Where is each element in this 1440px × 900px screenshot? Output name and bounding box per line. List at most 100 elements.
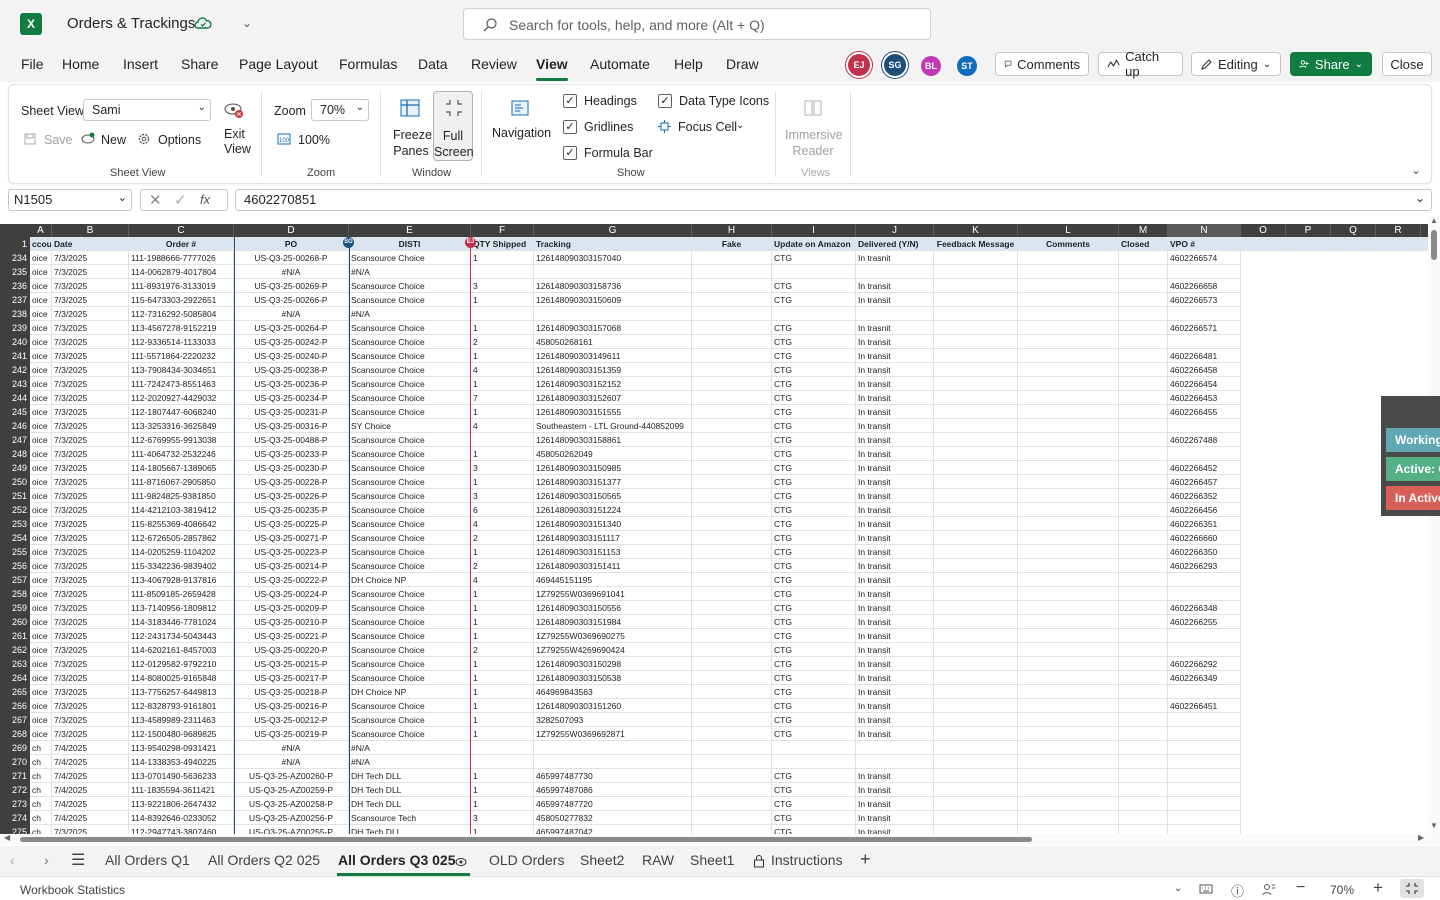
cell-disti[interactable]: DH Tech DLL xyxy=(349,769,471,783)
cell-vpo-number[interactable]: 4602266349 xyxy=(1168,671,1241,685)
cell-feedback-message[interactable] xyxy=(934,531,1018,545)
cell-closed[interactable] xyxy=(1119,377,1168,391)
column-header-b[interactable]: B xyxy=(52,224,129,237)
cell-vpo-number[interactable]: 4602266458 xyxy=(1168,363,1241,377)
cell-fake[interactable] xyxy=(692,671,772,685)
cell-vpo-number[interactable]: 4602266457 xyxy=(1168,475,1241,489)
cell-closed[interactable] xyxy=(1119,363,1168,377)
cell-delivered[interactable]: In transit xyxy=(856,377,934,391)
cell-delivered[interactable]: In transit xyxy=(856,587,934,601)
cell-tracking[interactable]: 126148090303151153 xyxy=(534,545,692,559)
cell-delivered[interactable] xyxy=(856,755,934,769)
cell-po[interactable]: US-Q3-25-00316-P xyxy=(234,419,349,433)
cell-delivered[interactable]: In transit xyxy=(856,363,934,377)
cell-qty-shipped[interactable]: 4 xyxy=(471,363,534,377)
cell-closed[interactable] xyxy=(1119,419,1168,433)
cell-date[interactable]: 7/3/2025 xyxy=(52,825,129,834)
cell-order-number[interactable]: 113-9221806-2647432 xyxy=(129,797,234,811)
avatar-bl[interactable]: BL xyxy=(921,56,941,76)
cell-disti[interactable]: Scansource Choice xyxy=(349,489,471,503)
cell-account[interactable]: oice xyxy=(30,545,52,559)
row-number[interactable]: 240 xyxy=(0,335,30,349)
cell-delivered[interactable]: In transit xyxy=(856,797,934,811)
cell-account[interactable]: oice xyxy=(30,489,52,503)
cell-delivered[interactable]: In transit xyxy=(856,769,934,783)
cell-update-on-amazon[interactable]: CTG xyxy=(772,279,856,293)
cell-qty-shipped[interactable]: 1 xyxy=(471,601,534,615)
cell-feedback-message[interactable] xyxy=(934,433,1018,447)
cell-date[interactable]: 7/3/2025 xyxy=(52,335,129,349)
cell-order-number[interactable]: 112-6726505-2857862 xyxy=(129,531,234,545)
cell-qty-shipped[interactable]: 1 xyxy=(471,769,534,783)
cell-po[interactable]: US-Q3-25-00219-P xyxy=(234,727,349,741)
cell-vpo-number[interactable] xyxy=(1168,797,1241,811)
cell-order-number[interactable]: 115-6473303-2922651 xyxy=(129,293,234,307)
cell-po[interactable]: US-Q3-25-00212-P xyxy=(234,713,349,727)
cell-feedback-message[interactable] xyxy=(934,475,1018,489)
column-header-r[interactable]: R xyxy=(1376,224,1421,237)
cell-account[interactable]: oice xyxy=(30,279,52,293)
catch-up-button[interactable]: Catch up xyxy=(1098,49,1183,79)
column-header-e[interactable]: E xyxy=(349,224,471,237)
table-row[interactable]: 273 ch 7/4/2025 113-9221806-2647432 US-Q3-25… xyxy=(0,797,1428,811)
cell-account[interactable]: oice xyxy=(30,671,52,685)
cell-update-on-amazon[interactable]: CTG xyxy=(772,419,856,433)
cell-order-number[interactable]: 112-2020927-4429032 xyxy=(129,391,234,405)
add-sheet-icon[interactable]: + xyxy=(860,849,871,870)
cell-fake[interactable] xyxy=(692,769,772,783)
insert-function-icon[interactable]: fx xyxy=(200,192,210,207)
cell-feedback-message[interactable] xyxy=(934,783,1018,797)
cell-qty-shipped[interactable]: 3 xyxy=(471,279,534,293)
cell-comments[interactable] xyxy=(1018,643,1119,657)
cell-tracking[interactable]: 1Z79255W0369690275 xyxy=(534,629,692,643)
cell-disti[interactable]: Scansource Choice xyxy=(349,405,471,419)
cell-feedback-message[interactable] xyxy=(934,699,1018,713)
menu-file[interactable]: File xyxy=(21,56,44,72)
cell-date[interactable]: 7/4/2025 xyxy=(52,741,129,755)
row-number[interactable]: 261 xyxy=(0,629,30,643)
cell-order-number[interactable]: 114-0062879-4017804 xyxy=(129,265,234,279)
prev-sheet-icon[interactable]: ‹ xyxy=(10,852,15,868)
row-number[interactable]: 253 xyxy=(0,517,30,531)
cell-date[interactable]: 7/3/2025 xyxy=(52,671,129,685)
cell-tracking[interactable]: Southeastern - LTL Ground-440852099 xyxy=(534,419,692,433)
cell-feedback-message[interactable] xyxy=(934,461,1018,475)
cell-qty-shipped[interactable]: 1 xyxy=(471,475,534,489)
cell-fake[interactable] xyxy=(692,489,772,503)
cell-fake[interactable] xyxy=(692,363,772,377)
cell-fake[interactable] xyxy=(692,349,772,363)
cell-comments[interactable] xyxy=(1018,489,1119,503)
cell-delivered[interactable]: In transit xyxy=(856,545,934,559)
cell-po[interactable]: US-Q3-25-00225-P xyxy=(234,517,349,531)
cell-po[interactable]: US-Q3-25-00223-P xyxy=(234,545,349,559)
cell-order-number[interactable]: 112-1500480-9689825 xyxy=(129,727,234,741)
header-row[interactable]: 1ccountDateOrder #PODISTIQTY ShippedTrac… xyxy=(0,237,1428,251)
cell-feedback-message[interactable] xyxy=(934,825,1018,834)
freeze-panes-button[interactable]: Freeze Panes xyxy=(393,127,432,159)
column-header-p[interactable]: P xyxy=(1286,224,1331,237)
menu-home[interactable]: Home xyxy=(62,56,99,72)
cell-delivered[interactable]: In transit xyxy=(856,657,934,671)
cell-update-on-amazon[interactable]: CTG xyxy=(772,475,856,489)
cell-update-on-amazon[interactable]: CTG xyxy=(772,531,856,545)
cell-closed[interactable] xyxy=(1119,615,1168,629)
cell-qty-shipped[interactable]: 1 xyxy=(471,699,534,713)
cell-date[interactable]: 7/3/2025 xyxy=(52,419,129,433)
cell-comments[interactable] xyxy=(1018,391,1119,405)
row-number[interactable]: 237 xyxy=(0,293,30,307)
cell-closed[interactable] xyxy=(1119,321,1168,335)
cell-date[interactable]: 7/4/2025 xyxy=(52,755,129,769)
cell-delivered[interactable]: In transit xyxy=(856,685,934,699)
cell-update-on-amazon[interactable]: CTG xyxy=(772,293,856,307)
row-number[interactable]: 251 xyxy=(0,489,30,503)
cell-order-number[interactable]: 113-7908434-3034651 xyxy=(129,363,234,377)
table-row[interactable]: 256 oice 7/3/2025 115-3342236-9839402 US-Q3-… xyxy=(0,559,1428,573)
cell-closed[interactable] xyxy=(1119,797,1168,811)
search-input[interactable]: Search for tools, help, and more (Alt + … xyxy=(509,17,765,33)
cell-account[interactable]: oice xyxy=(30,531,52,545)
cell-date[interactable]: 7/3/2025 xyxy=(52,531,129,545)
cell-comments[interactable] xyxy=(1018,503,1119,517)
cell-update-on-amazon[interactable]: CTG xyxy=(772,769,856,783)
row-number[interactable]: 263 xyxy=(0,657,30,671)
cell-tracking[interactable] xyxy=(534,755,692,769)
